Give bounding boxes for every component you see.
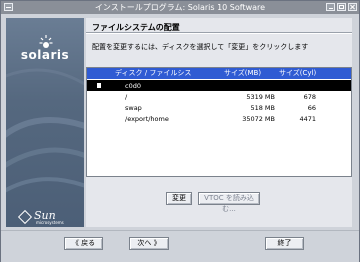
table-row[interactable]: /export/home 35072 MB 4471 xyxy=(87,113,351,124)
sun-tagline: microsystems xyxy=(36,220,64,225)
table-header: ディスク / ファイルシス サイズ(MB) サイズ(Cyl) xyxy=(87,68,351,79)
title-bar[interactable]: インストールプログラム: Solaris 10 Software xyxy=(1,1,359,14)
next-button[interactable]: 次へ 》 xyxy=(129,237,169,250)
sun-diamond-icon xyxy=(17,209,33,225)
row-size-cyl: 66 xyxy=(307,104,316,112)
sun-microsystems-logo: Sun microsystems xyxy=(16,209,76,225)
installer-window: インストールプログラム: Solaris 10 Software solaris… xyxy=(0,0,360,262)
row-size-cyl: 678 xyxy=(303,93,316,101)
exit-button[interactable]: 終了 xyxy=(265,237,304,250)
main-panel: ファイルシステムの配置 配置を変更するには、ディスクを選択して「変更」をクリック… xyxy=(86,18,352,227)
table-row[interactable]: / 5319 MB 678 xyxy=(87,91,351,102)
row-size-mb: 518 MB xyxy=(250,104,275,112)
row-name: swap xyxy=(125,104,142,112)
solaris-logo: solaris xyxy=(14,35,76,62)
window-title: インストールプログラム: Solaris 10 Software xyxy=(94,3,266,12)
row-size-cyl: 4471 xyxy=(299,115,316,123)
minimize-icon[interactable] xyxy=(326,3,335,11)
row-name: c0d0 xyxy=(125,82,141,90)
read-vtoc-button[interactable]: VTOC を読み込む... xyxy=(198,192,260,213)
close-icon[interactable] xyxy=(348,3,357,11)
column-header-disk: ディスク / ファイルシス xyxy=(115,69,192,77)
title-divider xyxy=(86,32,352,34)
table-row[interactable]: swap 518 MB 66 xyxy=(87,102,351,113)
row-size-mb: 5319 MB xyxy=(246,93,275,101)
row-name: / xyxy=(125,93,128,101)
sidebar-panel: solaris Sun microsystems xyxy=(6,18,84,227)
instruction-text: 配置を変更するには、ディスクを選択して「変更」をクリックします xyxy=(92,43,309,51)
back-button[interactable]: 《 戻る xyxy=(64,237,103,250)
maximize-icon[interactable] xyxy=(337,3,346,11)
sun-rays-icon xyxy=(39,35,53,48)
change-button[interactable]: 変更 xyxy=(166,192,192,205)
solaris-wordmark: solaris xyxy=(20,48,70,62)
footer-bar xyxy=(1,230,359,262)
row-name: /export/home xyxy=(125,115,169,123)
column-header-size-cyl: サイズ(Cyl) xyxy=(279,69,317,77)
table-row-disk[interactable]: c0d0 xyxy=(87,80,351,91)
row-size-mb: 35072 MB xyxy=(242,115,275,123)
filesystem-table[interactable]: ディスク / ファイルシス サイズ(MB) サイズ(Cyl) c0d0 / 53… xyxy=(86,67,352,177)
disk-icon xyxy=(97,83,101,88)
column-header-size-mb: サイズ(MB) xyxy=(224,69,262,77)
